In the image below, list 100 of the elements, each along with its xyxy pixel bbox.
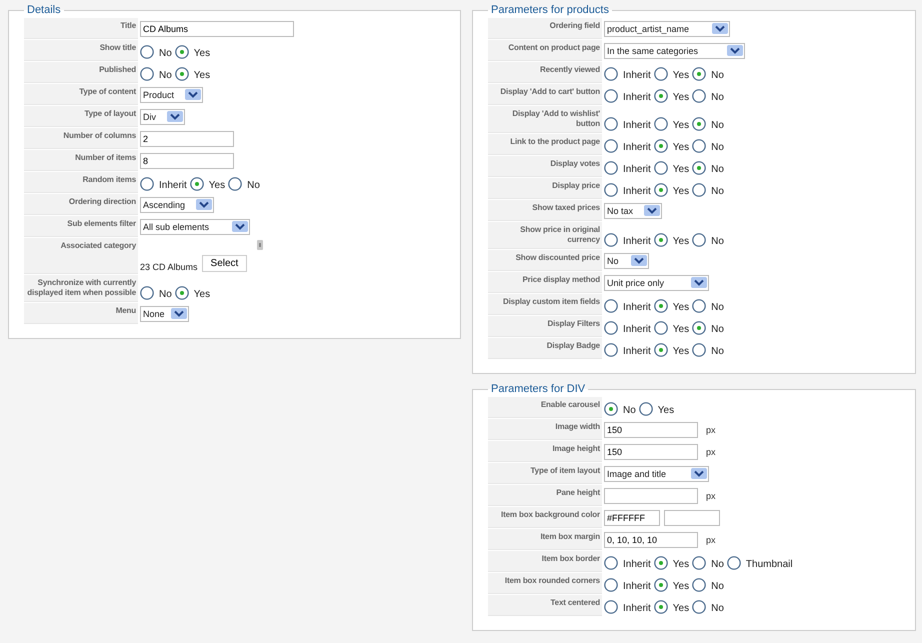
unit-label: px (706, 446, 716, 456)
radio-button[interactable] (654, 89, 668, 103)
radio-button[interactable] (654, 161, 668, 175)
radio-button[interactable] (692, 556, 706, 570)
radio-button[interactable] (604, 89, 618, 103)
radio-button[interactable] (692, 67, 706, 81)
field-label-cell: Ordering direction (24, 194, 138, 215)
chevron-down-icon (185, 89, 202, 100)
radio-button[interactable] (692, 117, 706, 131)
radio-button[interactable] (604, 402, 618, 416)
dropdown[interactable]: Image and title (604, 466, 709, 482)
radio-button[interactable] (140, 286, 154, 300)
option-label: Inherit (622, 324, 651, 335)
radio-button[interactable] (604, 556, 618, 570)
text-field[interactable]: 150 (604, 444, 698, 460)
radio-button[interactable] (140, 67, 154, 81)
radio-button[interactable] (604, 233, 618, 247)
radio-button[interactable] (654, 183, 668, 197)
text-field[interactable]: 8 (140, 152, 234, 168)
dropdown[interactable]: Product (140, 86, 204, 102)
radio-button[interactable] (654, 578, 668, 592)
option-label: Inherit (622, 92, 651, 103)
option-label: No (711, 559, 724, 570)
dropdown[interactable]: Unit price only (604, 274, 709, 290)
radio-button[interactable] (692, 89, 706, 103)
text-field[interactable]: 150 (604, 422, 698, 438)
radio-button[interactable] (604, 600, 618, 614)
dropdown[interactable]: All sub elements (140, 218, 250, 234)
dropdown[interactable]: None (140, 306, 189, 322)
dropdown[interactable]: In the same categories (604, 42, 746, 58)
option-label: No (622, 405, 636, 416)
radio-button[interactable] (654, 67, 668, 81)
text-field[interactable] (604, 488, 698, 504)
option-label: Inherit (622, 346, 651, 357)
select-button[interactable]: Select (202, 255, 248, 272)
option-label: Yes (658, 405, 674, 416)
radio-button[interactable] (174, 67, 189, 81)
option-label: Inherit (622, 164, 651, 175)
chevron-down-icon (630, 255, 647, 266)
radio-button[interactable] (654, 343, 668, 357)
radio-button[interactable] (654, 600, 668, 614)
dropdown[interactable]: Ascending (140, 196, 214, 212)
radio-button[interactable] (692, 578, 706, 592)
radio-button[interactable] (604, 117, 618, 131)
text-field[interactable]: 0, 10, 10, 10 (604, 532, 698, 548)
field-label-cell: Associated category (24, 238, 138, 274)
radio-button[interactable] (654, 321, 668, 335)
radio-button[interactable] (190, 177, 204, 191)
radio-button[interactable] (140, 177, 154, 191)
radio-button[interactable] (604, 578, 618, 592)
option-label: Inherit (622, 302, 651, 313)
option-label: No (711, 70, 724, 81)
radio-button[interactable] (692, 183, 706, 197)
unit-label: px (706, 424, 716, 434)
radio-button[interactable] (692, 343, 706, 357)
radio-button[interactable] (228, 177, 242, 191)
radio-button[interactable] (654, 117, 668, 131)
field-label-cell: Display Badge (488, 338, 602, 359)
text-field[interactable]: CD Albums (140, 20, 294, 36)
radio-button[interactable] (604, 139, 618, 153)
field-label-cell: Number of items (24, 150, 138, 171)
radio-button[interactable] (604, 321, 618, 335)
radio-button[interactable] (174, 286, 189, 300)
dropdown[interactable]: Div (140, 108, 185, 124)
option-label: Yes (672, 120, 690, 131)
section-title: Parameters for DIV (490, 383, 586, 395)
radio-button[interactable] (654, 299, 668, 313)
radio-button[interactable] (726, 556, 741, 570)
dropdown[interactable]: No (604, 252, 649, 268)
radio-button[interactable] (692, 299, 706, 313)
dropdown[interactable]: No tax (604, 202, 662, 218)
option-label: Inherit (622, 581, 651, 592)
radio-button[interactable] (692, 600, 706, 614)
radio-button[interactable] (174, 45, 189, 59)
color-field[interactable]: #FFFFFF (604, 510, 660, 526)
field-label-cell: Pane height (488, 485, 602, 506)
field-label-cell: Display 'Add to cart' button (488, 84, 602, 105)
radio-button[interactable] (604, 299, 618, 313)
field-label-cell: Item box border (488, 551, 602, 572)
text-field[interactable]: 2 (140, 130, 234, 146)
option-label: No (711, 603, 724, 614)
radio-button[interactable] (692, 161, 706, 175)
radio-button[interactable] (604, 161, 618, 175)
radio-button[interactable] (140, 45, 154, 59)
radio-button[interactable] (604, 183, 618, 197)
radio-button[interactable] (654, 139, 668, 153)
field-label-cell: Published (24, 62, 138, 83)
field-label-cell: Type of content (24, 84, 138, 105)
dropdown[interactable]: product_artist_name (604, 20, 730, 36)
radio-button[interactable] (692, 321, 706, 335)
radio-button[interactable] (692, 139, 706, 153)
radio-button[interactable] (638, 402, 653, 416)
radio-button[interactable] (654, 556, 668, 570)
radio-button[interactable] (692, 233, 706, 247)
field-label-cell: Display Filters (488, 316, 602, 337)
radio-button[interactable] (604, 343, 618, 357)
option-label: Yes (672, 186, 690, 197)
radio-button[interactable] (604, 67, 618, 81)
radio-button[interactable] (654, 233, 668, 247)
color-preview-field[interactable] (664, 510, 720, 526)
